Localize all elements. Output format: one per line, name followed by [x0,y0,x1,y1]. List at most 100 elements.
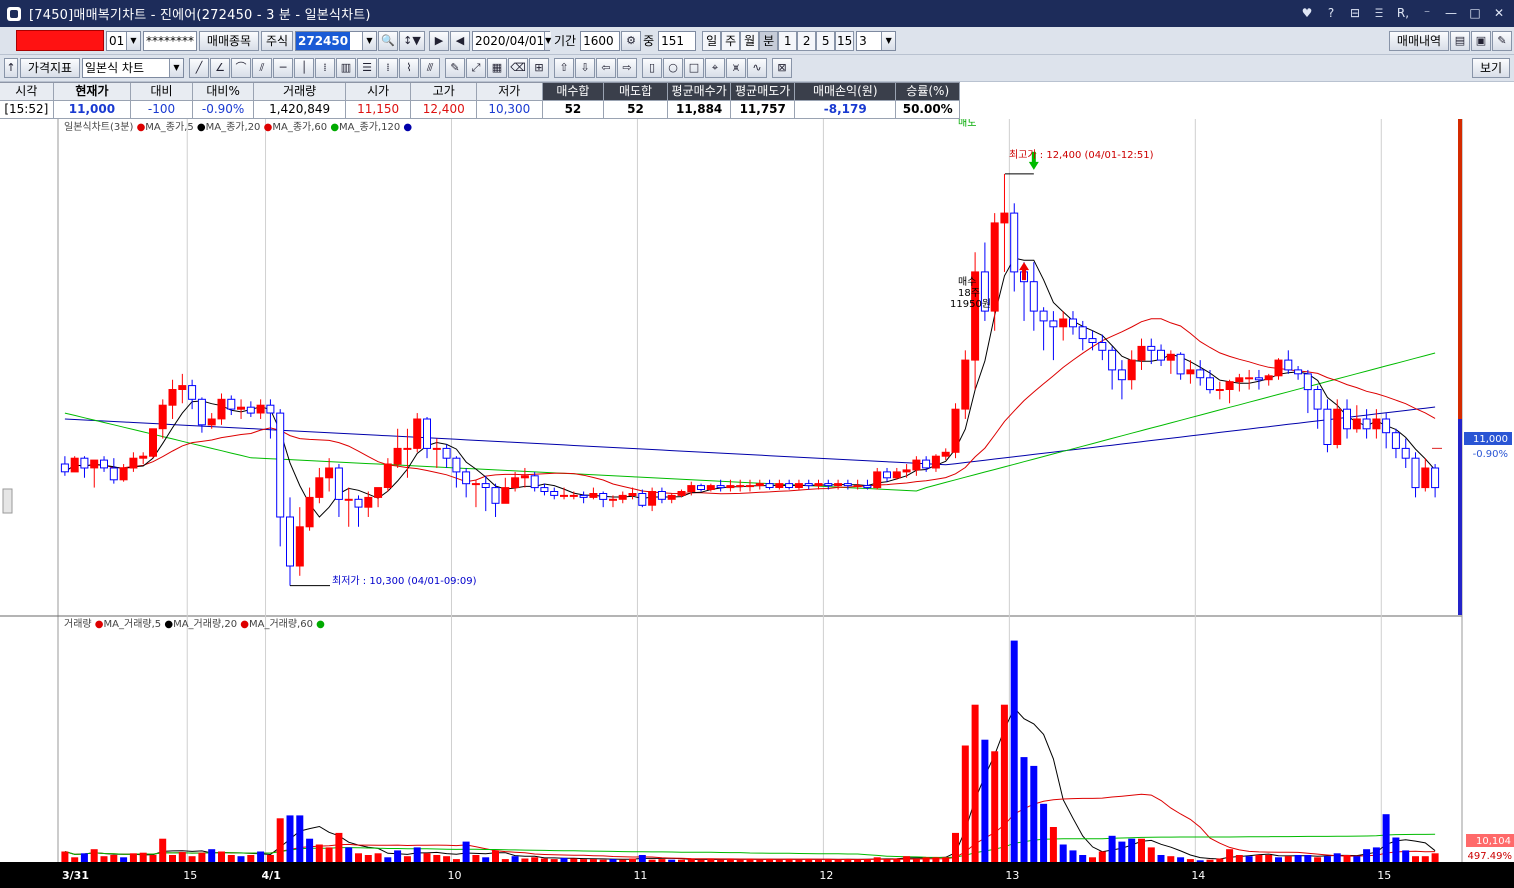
minimize-icon[interactable]: — [1442,3,1460,23]
wrench-icon[interactable]: ✎ [1492,30,1512,51]
volume-bar [863,859,871,862]
summary-header-row: 시각 현재가 대비 대비% 거래량 시가 고가 저가 매수합 매도합 평균매수가 평균매도가 매매손익(… [0,83,961,101]
volume-bar [335,832,343,862]
draw-tool-icon[interactable]: ⤢ [466,58,486,78]
volume-bar [550,859,558,862]
draw-tool-icon[interactable]: ⇦ [596,58,616,78]
draw-tool-icon[interactable]: ∿ [747,58,767,78]
favorite-icon[interactable]: ♥ [1298,3,1316,23]
period-1[interactable]: 1 [778,30,798,51]
date-input[interactable]: 2020/04/01 ▼ [472,30,552,51]
volume-bar [619,859,627,862]
draw-tool-icon[interactable]: ⌖ [705,58,725,78]
play-next-icon[interactable]: ▶ [429,30,449,51]
current-change-label: -0.90% [1473,449,1508,460]
summary-header-cell: 거래량 [254,83,346,101]
candle-body [1098,342,1107,351]
link-icon[interactable]: ⊟ [1346,3,1364,23]
candle-body [491,487,500,504]
candle-body [1254,377,1263,381]
summary-header-cell: 저가 [477,83,543,101]
price-indicator-button[interactable]: 가격지표 [20,58,80,78]
low-price-annotation: 최저가 : 10,300 (04/01-09:09) [332,575,477,587]
summary-value-cell: 52 [604,101,668,119]
chart-svg[interactable]: 일본식차트(3분) ●MA_종가,5 ●MA_종가,20 ●MA_종가,60 ●… [0,117,1514,888]
period-day[interactable]: 일 [702,30,722,51]
open-icon[interactable]: ▤ [1450,30,1470,51]
arrow-up-icon[interactable]: ↑ [4,58,18,78]
draw-tool-icon[interactable]: ⊞ [529,58,549,78]
trade-history-button[interactable]: 매매내역 [1389,30,1449,51]
x-tick-label: 14 [1191,869,1205,882]
period-15[interactable]: 15 [835,30,855,51]
draw-tool-icon[interactable]: ─ [273,58,293,78]
period-2[interactable]: 2 [797,30,817,51]
chart-type-select[interactable]: 일본식 차트 ▼ [82,58,184,78]
price-legend: 일본식차트(3분) ●MA_종가,5 ●MA_종가,20 ●MA_종가,60 ●… [64,121,412,133]
app-icon [7,6,21,21]
draw-tool-icon[interactable]: ∠ [210,58,230,78]
draw-tool-icon[interactable]: □ [684,58,704,78]
account-number-field[interactable] [16,30,104,51]
draw-tool-icon[interactable]: ⇨ [617,58,637,78]
draw-tool-icon[interactable]: ⁞ [378,58,398,78]
draw-tool-icon[interactable]: ⌒ [231,58,251,78]
period-5[interactable]: 5 [816,30,836,51]
draw-tool-icon[interactable]: ⌇ [399,58,419,78]
candle-body [628,493,637,496]
draw-tool-icon[interactable]: ⇧ [554,58,574,78]
help-icon[interactable]: ? [1322,3,1340,23]
draw-tool-icon[interactable]: ▯ [642,58,662,78]
count-input[interactable]: 151 [658,30,697,51]
close-icon[interactable]: ✕ [1490,3,1508,23]
draw-tool-icon[interactable]: ▥ [336,58,356,78]
candle-body [1333,408,1342,446]
draw-tool-icon[interactable]: ▦ [487,58,507,78]
search-icon[interactable]: 🔍 [378,30,398,51]
draw-tool-icon[interactable]: ⇩ [575,58,595,78]
sort-icon[interactable]: ↕▼ [399,30,425,51]
draw-tool-icon[interactable]: ⩙ [726,58,746,78]
maximize-icon[interactable]: □ [1466,3,1484,23]
chart-area[interactable]: 일본식차트(3분) ●MA_종가,5 ●MA_종가,20 ●MA_종가,60 ●… [0,117,1514,888]
volume-bar [120,857,128,862]
candle-body [1294,369,1303,375]
draw-tool-icon[interactable]: ⫻ [420,58,440,78]
period-input[interactable]: 1600 [580,30,621,51]
password-field[interactable]: ******** [143,30,197,51]
candle-body [80,457,89,469]
period-week[interactable]: 주 [721,30,741,51]
account-sub-select[interactable]: 01 ▼ [106,30,141,51]
candle-body [550,491,559,496]
draw-tool-icon[interactable]: │ [294,58,314,78]
save-icon[interactable]: ▣ [1471,30,1491,51]
window-controls: ♥ ? ⊟ Ⲷ R, ⁻ — □ ✕ [1298,3,1508,23]
candle-body [873,471,882,489]
pin-icon[interactable]: ⁻ [1418,3,1436,23]
period-minute[interactable]: 분 [759,30,779,51]
candle-body [1431,467,1440,489]
minute-select[interactable]: 3 ▼ [856,30,897,51]
stock-code-input[interactable]: 272450 ▼ [295,30,377,51]
refresh-icon[interactable]: R, [1394,3,1412,23]
draw-tool-icon[interactable]: ✎ [445,58,465,78]
draw-tool-icon[interactable]: ○ [663,58,683,78]
draw-tool-icon[interactable]: ⌫ [508,58,528,78]
view-button[interactable]: 보기 [1472,58,1510,78]
volume-bar [1079,855,1087,862]
volume-bar [1069,850,1077,862]
draw-tool-icon[interactable]: ☰ [357,58,377,78]
candle-body [853,485,862,488]
period-month[interactable]: 월 [740,30,760,51]
volume-bar [775,859,783,862]
volume-bar [1138,838,1145,862]
draw-tool-icon[interactable]: ⫽ [252,58,272,78]
print-icon[interactable]: Ⲷ [1370,3,1388,23]
play-prev-icon[interactable]: ◀ [450,30,470,51]
draw-tool-icon[interactable]: ⁞ [315,58,335,78]
chart-settings-icon[interactable]: ⚙ [621,30,642,51]
draw-tool-icon[interactable]: ⊠ [772,58,792,78]
draw-tool-icon[interactable]: ╱ [189,58,209,78]
market-type-button[interactable]: 주식 [261,30,293,51]
trade-items-button[interactable]: 매매종목 [199,30,259,51]
